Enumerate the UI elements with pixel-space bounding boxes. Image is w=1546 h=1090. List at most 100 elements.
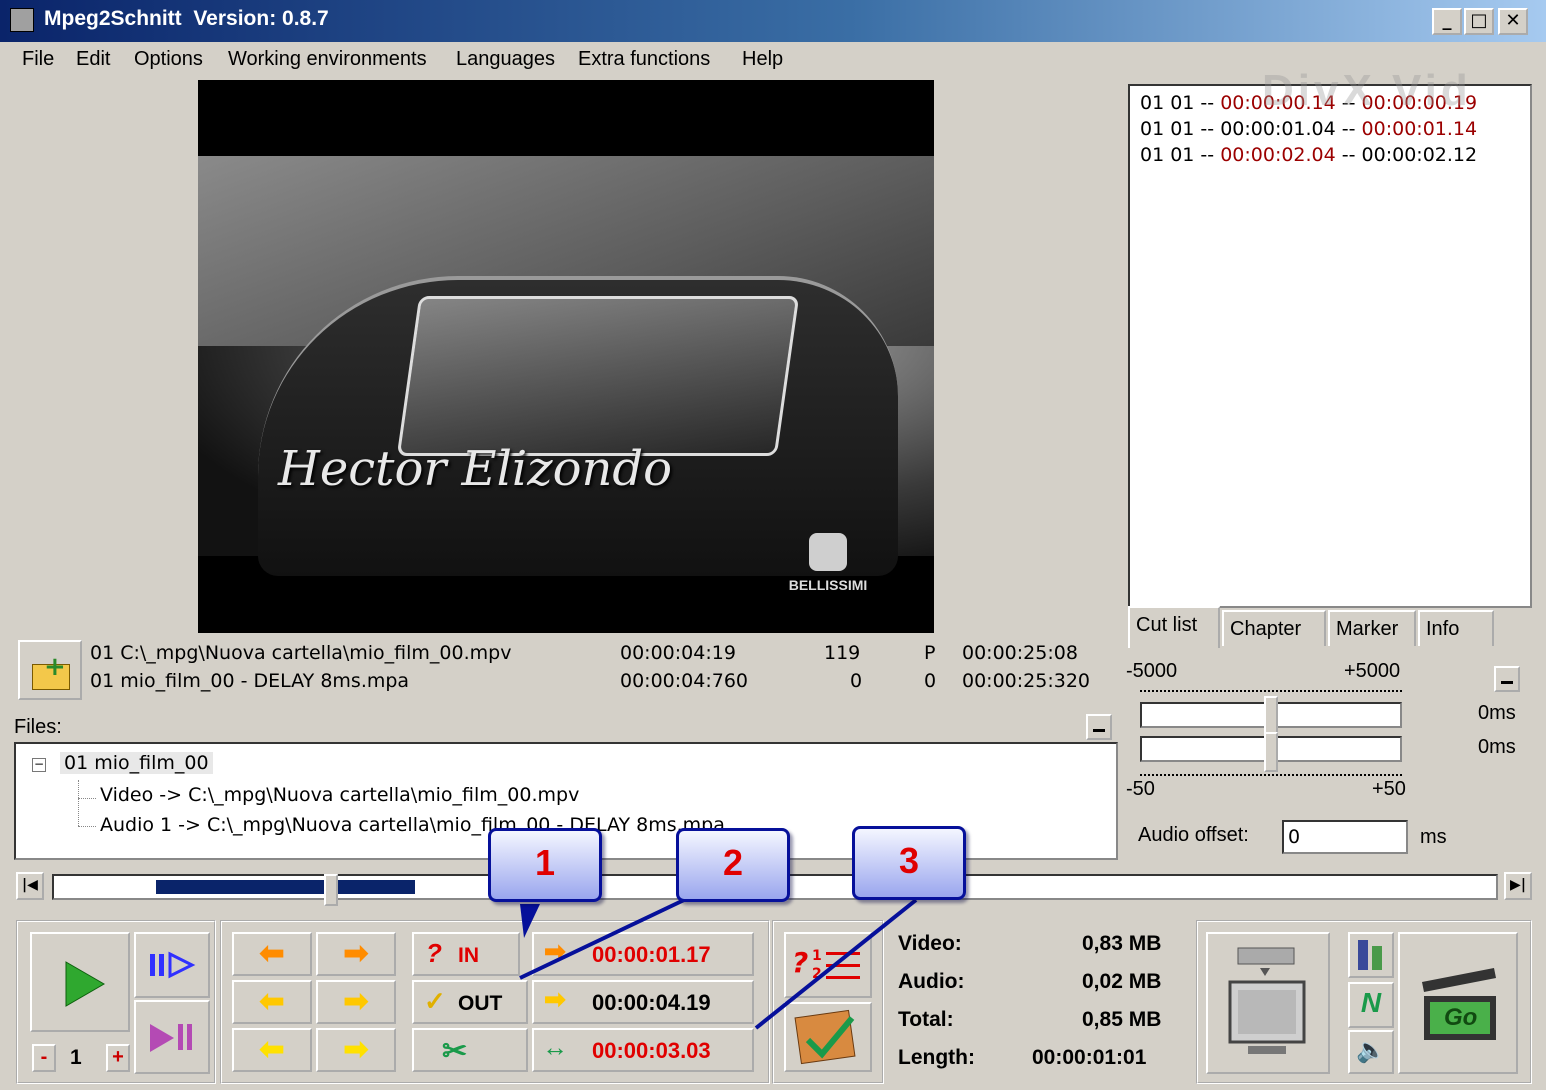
cut-list-row[interactable]: 01 01 -- 00:00:02.04 -- 00:00:02.12: [1140, 144, 1477, 166]
play-icon: [65, 961, 105, 1007]
menu-edit[interactable]: Edit: [76, 48, 110, 71]
audio-button[interactable]: 🔈: [1348, 1030, 1394, 1074]
audio-offset-unit: ms: [1420, 826, 1447, 848]
speaker-icon: 🔈: [1356, 1037, 1386, 1064]
scale-ticks: [1140, 774, 1402, 778]
play-pause-icon: [150, 1024, 192, 1052]
svg-text:?: ?: [792, 946, 808, 979]
video-file-frames: 119: [824, 642, 861, 664]
cut-list-cell: --: [1335, 118, 1362, 140]
go-to-start-button[interactable]: |◀: [16, 872, 44, 900]
coarse-offset-thumb[interactable]: [1264, 696, 1278, 736]
step-forward-icon: [150, 951, 196, 979]
play-pause-button[interactable]: [134, 1000, 210, 1074]
normalize-icon: N: [1360, 987, 1382, 1018]
audio-size-label: Audio:: [898, 970, 965, 993]
preview-button[interactable]: [1206, 932, 1330, 1074]
close-button[interactable]: ✕: [1498, 8, 1528, 35]
cut-list-panel[interactable]: 01 01 -- 00:00:00.14 -- 00:00:00.19 01 01…: [1128, 84, 1532, 608]
cut-button[interactable]: ✂: [412, 1028, 528, 1072]
menu-extra-functions[interactable]: Extra functions: [578, 48, 710, 71]
prev-iframe-button[interactable]: ⬅: [232, 932, 312, 976]
tree-collapse-icon[interactable]: −: [32, 758, 46, 772]
go-button[interactable]: Go: [1398, 932, 1518, 1074]
maximize-button[interactable]: □: [1464, 8, 1494, 35]
minimize-button[interactable]: _: [1432, 8, 1462, 35]
step-increase-button[interactable]: +: [106, 1044, 130, 1072]
tree-line: [78, 826, 96, 827]
set-out-label: OUT: [458, 992, 503, 1015]
tree-root-item[interactable]: 01 mio_film_00: [60, 752, 213, 774]
audio-file-type: 0: [924, 670, 937, 692]
callout-2: 2: [676, 828, 790, 902]
tab-cut-list[interactable]: Cut list: [1128, 606, 1220, 648]
go-to-out-button[interactable]: ➡ 00:00:04.19: [532, 980, 754, 1024]
total-size-label: Total:: [898, 1008, 954, 1031]
files-label: Files:: [14, 716, 62, 738]
step-decrease-button[interactable]: -: [32, 1044, 56, 1072]
svg-text:1: 1: [812, 948, 822, 964]
fine-offset-thumb[interactable]: [1264, 732, 1278, 772]
tree-line: [78, 780, 79, 826]
film-check-icon: [794, 1009, 856, 1065]
set-in-button[interactable]: ? IN: [412, 932, 520, 976]
video-signature-text: Hector Elizondo: [278, 441, 673, 497]
file-info-panel: + 01 C:\_mpg\Nuova cartella\mio_film_00.…: [14, 636, 1114, 704]
video-file-pos: 00:00:04:19: [620, 642, 736, 664]
tree-video-item[interactable]: Video -> C:\_mpg\Nuova cartella\mio_film…: [100, 784, 579, 806]
video-preview[interactable]: Hector Elizondo BELLISSIMI: [198, 80, 934, 633]
audio-offset-input[interactable]: 0: [1282, 820, 1408, 854]
double-arrow-icon: ↔: [542, 1032, 568, 1062]
go-to-in-button[interactable]: ➡ 00:00:01.17: [532, 932, 754, 976]
duration-button[interactable]: ↔ 00:00:03.03: [532, 1028, 754, 1072]
cut-list-cell: --: [1335, 144, 1362, 166]
tab-chapter[interactable]: Chapter: [1222, 610, 1326, 646]
watermark-text: DivX Vid: [1262, 66, 1472, 115]
audio-collapse-button[interactable]: [1494, 666, 1520, 692]
normalize-button[interactable]: N: [1348, 982, 1394, 1028]
prev-cut-button[interactable]: ⬅: [232, 1028, 312, 1072]
prev-frame-button[interactable]: ⬅: [232, 980, 312, 1024]
scissors-icon: ✂: [442, 1035, 468, 1068]
video-file-total: 00:00:25:08: [962, 642, 1078, 664]
set-out-button[interactable]: ✓ OUT: [412, 980, 528, 1024]
go-to-end-button[interactable]: ▶|: [1504, 872, 1532, 900]
audio-file-pos: 00:00:04:760: [620, 670, 748, 692]
in-time: 00:00:01.17: [592, 942, 711, 967]
play-button[interactable]: [30, 932, 130, 1032]
menu-file[interactable]: File: [22, 48, 54, 71]
callout-1: 1: [488, 828, 602, 902]
arrow-right-icon: ➡: [544, 936, 566, 966]
cut-list-cell: 00:00:01.14: [1361, 118, 1478, 140]
tree-line: [78, 798, 96, 799]
check-list-button[interactable]: [784, 1002, 872, 1072]
open-file-button[interactable]: +: [18, 640, 82, 700]
bitrate-button[interactable]: [1348, 932, 1394, 978]
next-iframe-button[interactable]: ➡: [316, 932, 396, 976]
video-file-name: 01 C:\_mpg\Nuova cartella\mio_film_00.mp…: [90, 642, 512, 664]
menu-languages[interactable]: Languages: [456, 48, 555, 71]
position-fill: [156, 880, 415, 894]
step-forward-button[interactable]: [134, 932, 210, 998]
next-cut-button[interactable]: ➡: [316, 1028, 396, 1072]
files-collapse-button[interactable]: [1086, 714, 1112, 740]
scale-bottom-min: -50: [1126, 778, 1155, 800]
sort-list-button[interactable]: ? 1 2: [784, 932, 872, 998]
out-time: 00:00:04.19: [592, 990, 711, 1015]
menu-help[interactable]: Help: [742, 48, 783, 71]
video-size-label: Video:: [898, 932, 962, 955]
next-frame-button[interactable]: ➡: [316, 980, 396, 1024]
video-frame: Hector Elizondo: [198, 156, 934, 576]
menu-working-environments[interactable]: Working environments: [228, 48, 427, 71]
tab-info[interactable]: Info: [1418, 610, 1494, 646]
fine-offset-value: 0ms: [1478, 736, 1516, 758]
tree-audio-item[interactable]: Audio 1 -> C:\_mpg\Nuova cartella\mio_fi…: [100, 814, 725, 836]
length-value: 00:00:01:01: [1032, 1046, 1147, 1069]
tab-marker[interactable]: Marker: [1328, 610, 1416, 646]
menu-options[interactable]: Options: [134, 48, 203, 71]
channel-logo: BELLISSIMI: [780, 533, 876, 593]
audio-file-total: 00:00:25:320: [962, 670, 1090, 692]
cut-list-row[interactable]: 01 01 -- 00:00:01.04 -- 00:00:01.14: [1140, 118, 1477, 140]
position-thumb[interactable]: [324, 874, 338, 906]
duration-time: 00:00:03.03: [592, 1038, 711, 1063]
